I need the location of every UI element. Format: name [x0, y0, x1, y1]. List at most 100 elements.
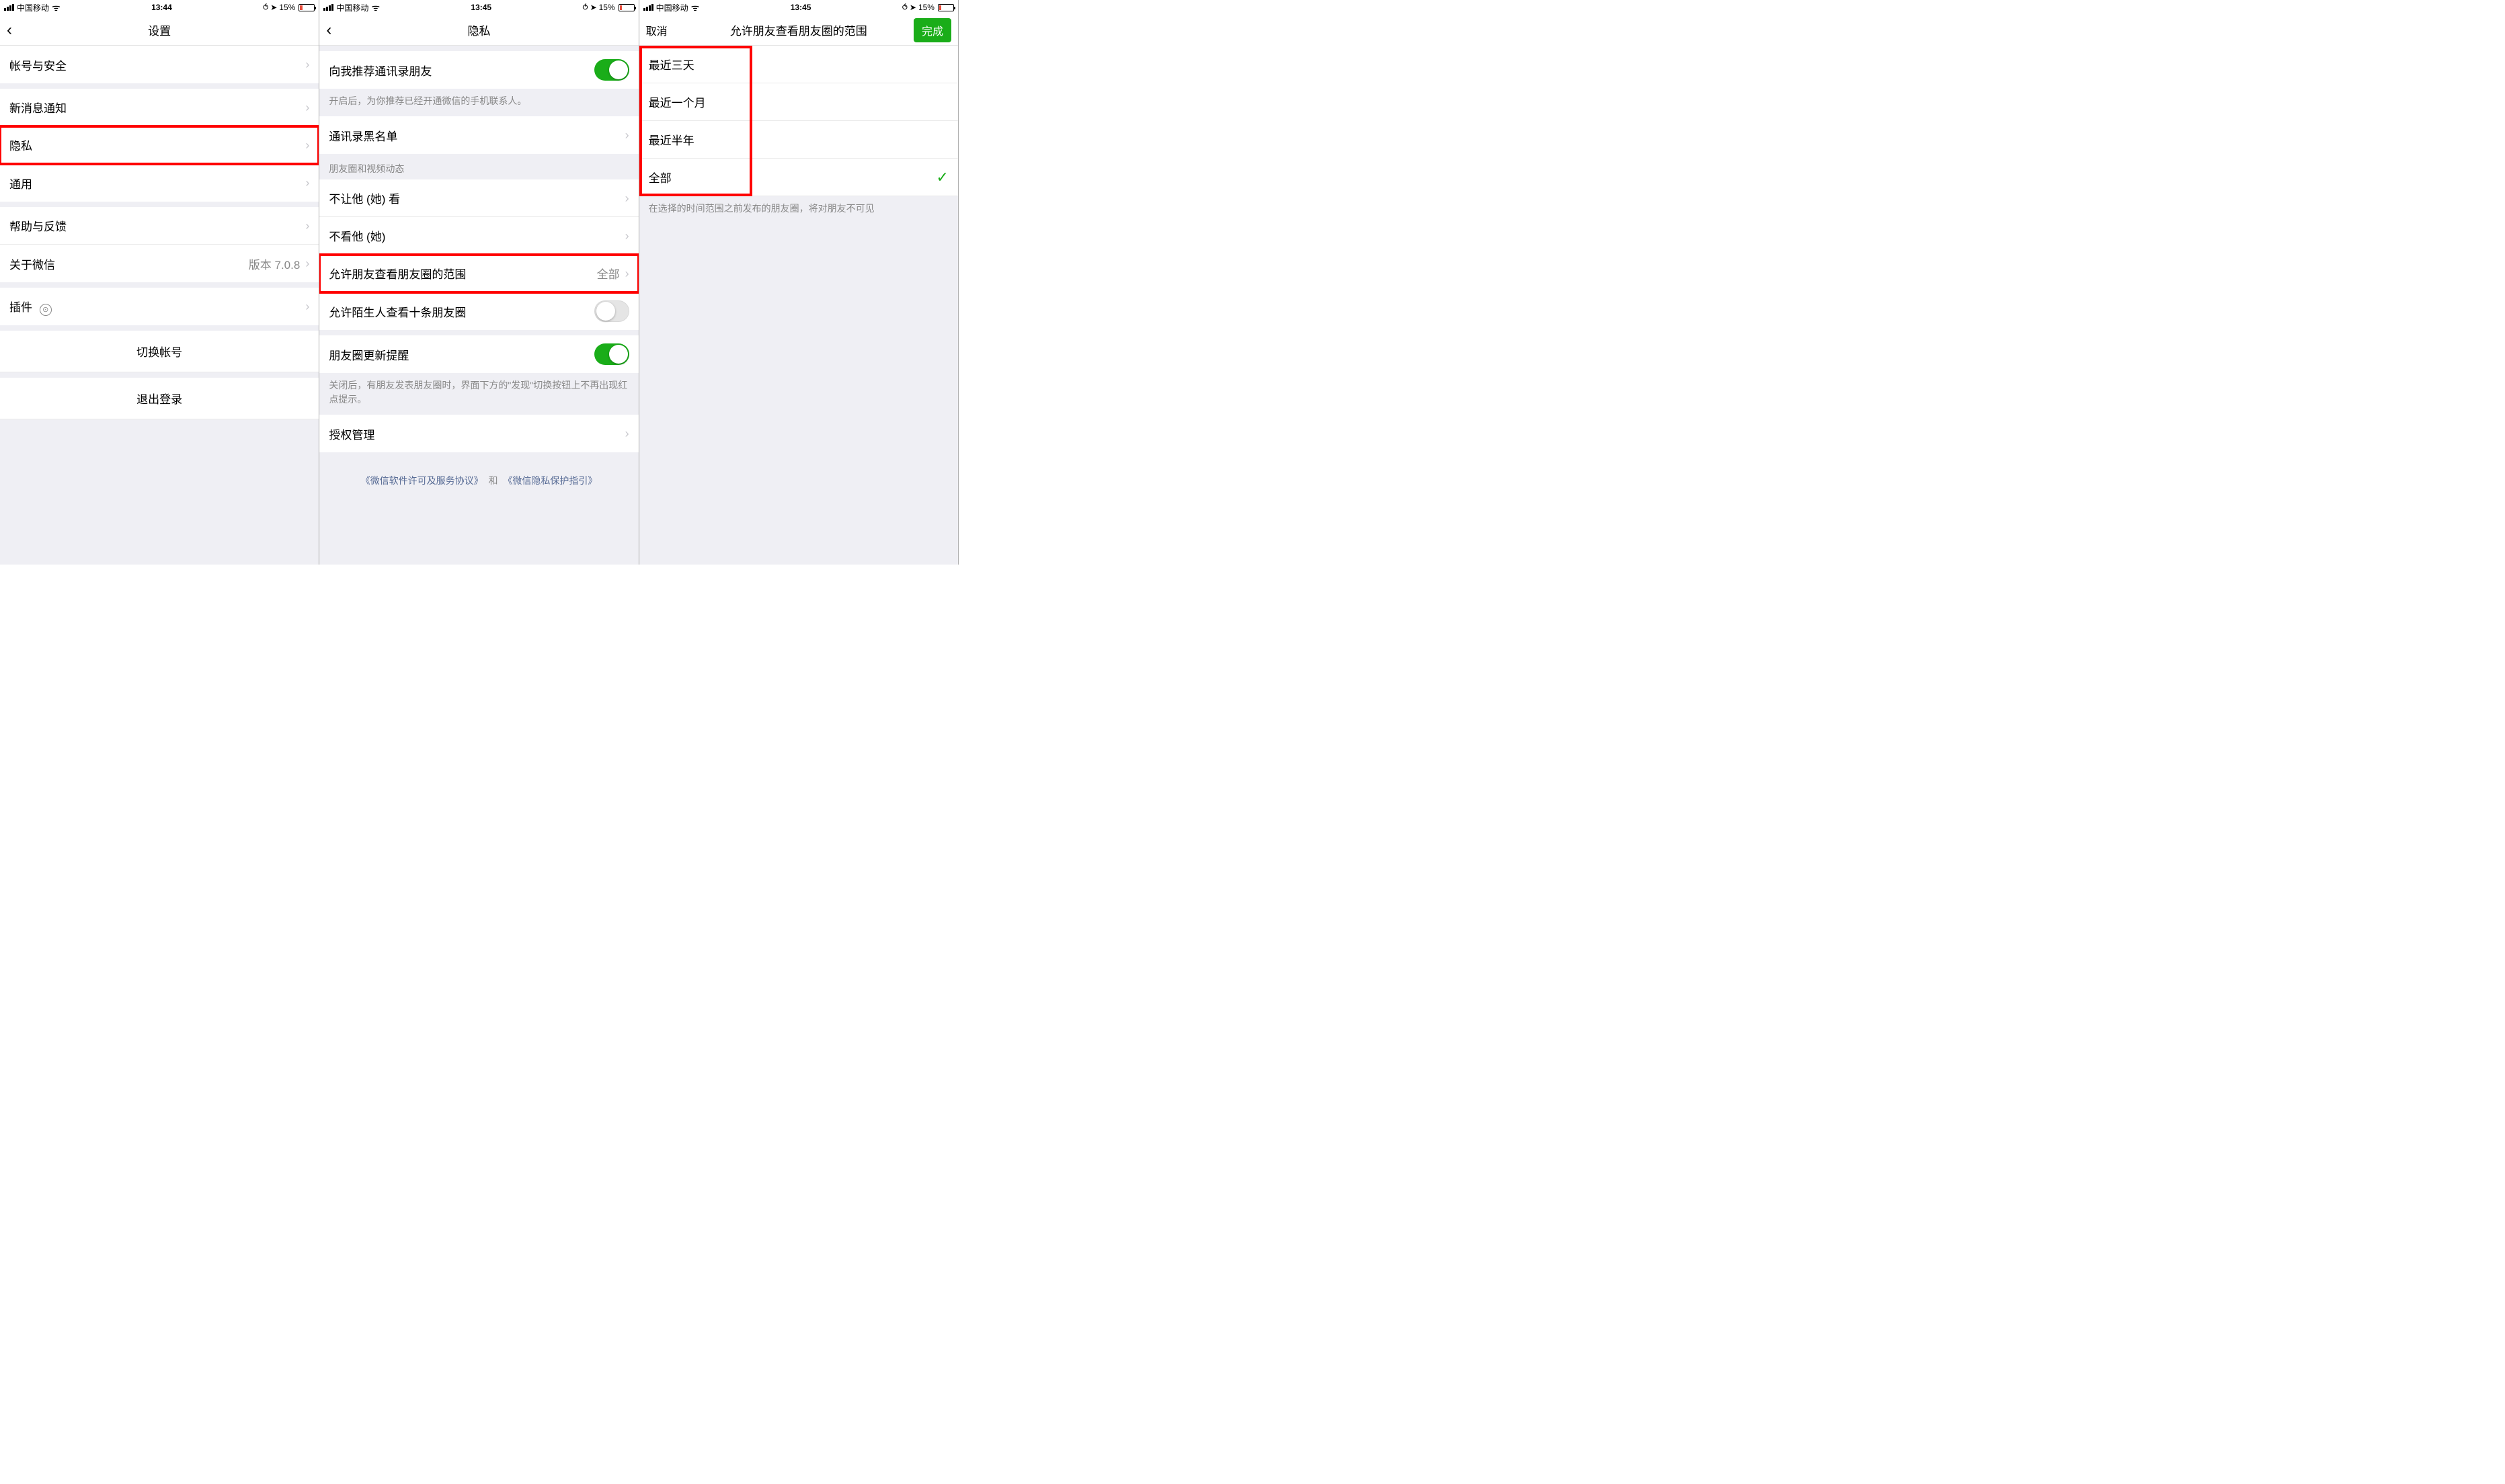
screen-privacy: 中国移动 ᯤ 13:45 ⥀ ➤ 15% ‹ 隐私 向我推荐通讯录朋友 开启后，…: [319, 0, 639, 565]
chevron-right-icon: ›: [305, 257, 309, 270]
row-value: 全部: [597, 265, 620, 282]
privacy-list: 向我推荐通讯录朋友 开启后，为你推荐已经开通微信的手机联系人。 通讯录黑名单 ›…: [319, 46, 638, 565]
page-title: 允许朋友查看朋友圈的范围: [730, 22, 867, 38]
row-label: 隐私: [9, 136, 300, 153]
chevron-right-icon: ›: [625, 230, 629, 242]
status-bar: 中国移动 ᯤ 13:44 ⥀ ➤ 15%: [0, 0, 319, 15]
legal-license-link[interactable]: 《微信软件许可及服务协议》: [361, 475, 483, 486]
orientation-lock-icon: ⥀: [263, 3, 268, 12]
row-label: 帐号与安全: [9, 56, 300, 73]
carrier-label: 中国移动: [17, 2, 49, 13]
row-moments-visible-range[interactable]: 允许朋友查看朋友圈的范围 全部 ›: [319, 255, 638, 292]
row-label: 帮助与反馈: [9, 217, 300, 234]
row-recommend-contacts: 向我推荐通讯录朋友: [319, 51, 638, 89]
option-label: 全部: [649, 169, 937, 186]
row-label: 不看他 (她): [329, 227, 619, 244]
row-label: 通讯录黑名单: [329, 127, 619, 144]
row-plugins[interactable]: 插件 ⊙ ›: [0, 288, 319, 325]
status-right: ⥀ ➤ 15%: [582, 3, 634, 12]
chevron-right-icon: ›: [625, 267, 629, 280]
row-strangers-ten: 允许陌生人查看十条朋友圈: [319, 292, 638, 330]
row-label: 向我推荐通讯录朋友: [329, 62, 594, 79]
row-logout[interactable]: 退出登录: [0, 378, 319, 419]
signal-icon: [323, 4, 333, 11]
range-note: 在选择的时间范围之前发布的朋友圈，将对朋友不可见: [639, 196, 958, 224]
row-label: 插件 ⊙: [9, 298, 300, 315]
row-hide-my-moments[interactable]: 不让他 (她) 看 ›: [319, 179, 638, 217]
wifi-icon: ᯤ: [691, 3, 700, 12]
navbar: ‹ 隐私: [319, 15, 638, 46]
status-left: 中国移动 ᯤ: [323, 2, 380, 13]
page-title: 设置: [148, 22, 171, 38]
status-time: 13:45: [380, 3, 582, 12]
battery-icon: [299, 4, 315, 11]
cancel-button[interactable]: 取消: [646, 22, 668, 38]
legal-sep: 和: [488, 475, 498, 486]
location-icon: ➤: [270, 3, 277, 12]
chevron-right-icon: ›: [305, 139, 309, 151]
option-one-month[interactable]: 最近一个月: [639, 83, 958, 121]
option-all[interactable]: 全部 ✓: [639, 159, 958, 196]
plugin-icon: ⊙: [40, 304, 52, 316]
chevron-right-icon: ›: [305, 101, 309, 114]
location-icon: ➤: [590, 3, 597, 12]
battery-icon: [619, 4, 635, 11]
option-label: 最近三天: [649, 56, 949, 73]
battery-pct: 15%: [918, 3, 935, 12]
battery-pct: 15%: [599, 3, 615, 12]
row-general[interactable]: 通用 ›: [0, 164, 319, 202]
row-account-security[interactable]: 帐号与安全 ›: [0, 46, 319, 83]
row-label: 允许朋友查看朋友圈的范围: [329, 265, 596, 282]
toggle-moments-notify[interactable]: [594, 343, 629, 365]
settings-list: 帐号与安全 › 新消息通知 › 隐私 › 通用 › 帮助与反馈 ›: [0, 46, 319, 565]
chevron-right-icon: ›: [305, 300, 309, 313]
recommend-note: 开启后，为你推荐已经开通微信的手机联系人。: [319, 89, 638, 116]
toggle-recommend-contacts[interactable]: [594, 59, 629, 81]
row-privacy[interactable]: 隐私 ›: [0, 126, 319, 164]
wifi-icon: ᯤ: [371, 3, 380, 12]
status-right: ⥀ ➤ 15%: [263, 3, 315, 12]
orientation-lock-icon: ⥀: [582, 3, 588, 12]
carrier-label: 中国移动: [336, 2, 368, 13]
row-blacklist[interactable]: 通讯录黑名单 ›: [319, 116, 638, 154]
wifi-icon: ᯤ: [52, 3, 61, 12]
range-options: 最近三天 最近一个月 最近半年 全部 ✓ 在选择的时间范围之前发布的朋友圈，将对…: [639, 46, 958, 565]
row-help-feedback[interactable]: 帮助与反馈 ›: [0, 207, 319, 245]
chevron-right-icon: ›: [305, 220, 309, 232]
row-hide-their-moments[interactable]: 不看他 (她) ›: [319, 217, 638, 255]
toggle-strangers-ten[interactable]: [594, 300, 629, 322]
row-switch-account[interactable]: 切换帐号: [0, 331, 319, 372]
moments-notify-note: 关闭后，有朋友发表朋友圈时，界面下方的"发现"切换按钮上不再出现红点提示。: [319, 373, 638, 415]
screen-range-picker: 中国移动 ᯤ 13:45 ⥀ ➤ 15% 取消 允许朋友查看朋友圈的范围 完成 …: [639, 0, 959, 565]
legal-privacy-link[interactable]: 《微信隐私保护指引》: [503, 475, 597, 486]
done-button[interactable]: 完成: [914, 18, 951, 42]
status-time: 13:44: [61, 3, 263, 12]
back-icon[interactable]: ‹: [7, 22, 27, 38]
row-label: 允许陌生人查看十条朋友圈: [329, 303, 594, 320]
status-bar: 中国移动 ᯤ 13:45 ⥀ ➤ 15%: [639, 0, 958, 15]
row-auth-management[interactable]: 授权管理 ›: [319, 415, 638, 452]
status-bar: 中国移动 ᯤ 13:45 ⥀ ➤ 15%: [319, 0, 638, 15]
carrier-label: 中国移动: [656, 2, 688, 13]
legal-footer: 《微信软件许可及服务协议》 和 《微信隐私保护指引》: [319, 452, 638, 487]
chevron-right-icon: ›: [625, 427, 629, 440]
screen-settings: 中国移动 ᯤ 13:44 ⥀ ➤ 15% ‹ 设置 帐号与安全 › 新消息通知 …: [0, 0, 319, 565]
back-icon[interactable]: ‹: [326, 22, 346, 38]
row-notifications[interactable]: 新消息通知 ›: [0, 89, 319, 126]
row-value: 版本 7.0.8: [249, 255, 301, 272]
row-about-wechat[interactable]: 关于微信 版本 7.0.8 ›: [0, 245, 319, 282]
battery-pct: 15%: [279, 3, 295, 12]
chevron-right-icon: ›: [625, 129, 629, 141]
battery-icon: [938, 4, 954, 11]
chevron-right-icon: ›: [305, 58, 309, 71]
orientation-lock-icon: ⥀: [902, 3, 908, 12]
navbar: ‹ 设置: [0, 15, 319, 46]
option-half-year[interactable]: 最近半年: [639, 121, 958, 159]
signal-icon: [643, 4, 653, 11]
check-icon: ✓: [937, 169, 949, 186]
navbar: 取消 允许朋友查看朋友圈的范围 完成: [639, 15, 958, 46]
chevron-right-icon: ›: [625, 192, 629, 204]
row-label: 新消息通知: [9, 99, 300, 116]
row-label: 通用: [9, 175, 300, 192]
option-three-days[interactable]: 最近三天: [639, 46, 958, 83]
